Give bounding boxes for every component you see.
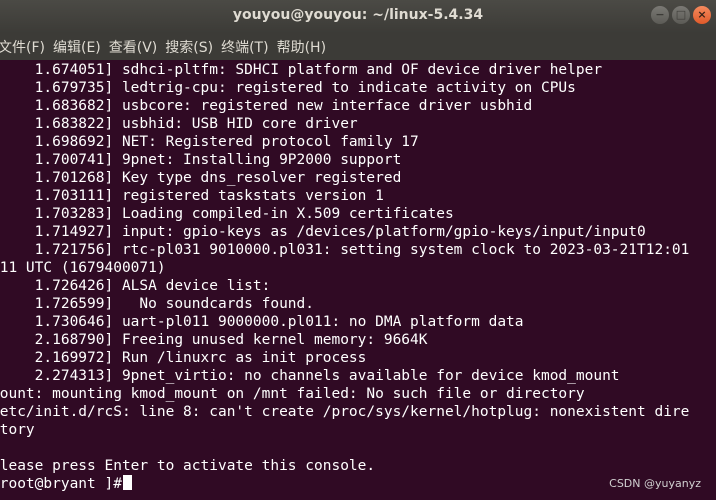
terminal-line: Please press Enter to activate this cons…	[0, 458, 376, 474]
terminal-line: mount: mounting kmod_mount on /mnt faile…	[0, 386, 585, 402]
terminal-line: [ 1.703111] registered taskstats version…	[0, 188, 384, 204]
menu-help[interactable]: 帮助(H)	[275, 37, 332, 57]
terminal-line: :11 UTC (1679400071)	[0, 260, 166, 276]
window-title: youyou@youyou: ~/linux-5.4.34	[232, 7, 484, 23]
window-controls: − □ ×	[651, 6, 711, 24]
terminal-line: [ 1.683822] usbhid: USB HID core driver	[0, 116, 358, 132]
shell-prompt: [root@bryant ]#	[0, 476, 122, 492]
terminal-line: [ 1.701268] Key type dns_resolver regist…	[0, 170, 402, 186]
terminal-line: [ 1.703283] Loading compiled-in X.509 ce…	[0, 206, 454, 222]
menu-file[interactable]: 文件(F)	[0, 37, 51, 57]
terminal-line: [ 1.700741] 9pnet: Installing 9P2000 sup…	[0, 152, 402, 168]
terminal-output[interactable]: [ 1.674051] sdhci-pltfm: SDHCI platform …	[0, 61, 716, 500]
watermark: CSDN @yuyanyz	[609, 477, 701, 490]
maximize-icon[interactable]: □	[672, 6, 690, 24]
terminal-line: [ 1.714927] input: gpio-keys as /devices…	[0, 224, 646, 240]
terminal-line: ctory	[0, 422, 35, 438]
terminal-line: [ 2.274313] 9pnet_virtio: no channels av…	[0, 368, 620, 384]
terminal-line: [ 1.683682] usbcore: registered new inte…	[0, 98, 533, 114]
menu-terminal[interactable]: 终端(T)	[219, 37, 274, 57]
menubar: 文件(F) 编辑(E) 查看(V) 搜索(S) 终端(T) 帮助(H)	[0, 33, 716, 60]
menu-edit[interactable]: 编辑(E)	[51, 37, 107, 57]
minimize-icon[interactable]: −	[651, 6, 669, 24]
terminal-line: [ 1.730646] uart-pl011 9000000.pl011: no…	[0, 314, 524, 330]
menu-search[interactable]: 搜索(S)	[163, 37, 219, 57]
terminal-line: [ 1.674051] sdhci-pltfm: SDHCI platform …	[0, 62, 603, 78]
terminal-line: [ 1.726599] No soundcards found.	[0, 296, 315, 312]
terminal-line: [ 1.721756] rtc-pl031 9010000.pl031: set…	[0, 242, 690, 258]
terminal-line: [ 1.726426] ALSA device list:	[0, 278, 271, 294]
terminal-line: [ 1.698692] NET: Registered protocol fam…	[0, 134, 419, 150]
terminal-line: [ 1.679735] ledtrig-cpu: registered to i…	[0, 80, 576, 96]
terminal-line: [ 2.169972] Run /linuxrc as init process	[0, 350, 367, 366]
terminal-cursor	[122, 475, 132, 490]
window-titlebar[interactable]: youyou@youyou: ~/linux-5.4.34 − □ ×	[0, 0, 716, 33]
close-icon[interactable]: ×	[693, 6, 711, 24]
menu-view[interactable]: 查看(V)	[107, 37, 164, 57]
terminal-line: /etc/init.d/rcS: line 8: can't create /p…	[0, 404, 690, 420]
terminal-line: [ 2.168790] Freeing unused kernel memory…	[0, 332, 428, 348]
